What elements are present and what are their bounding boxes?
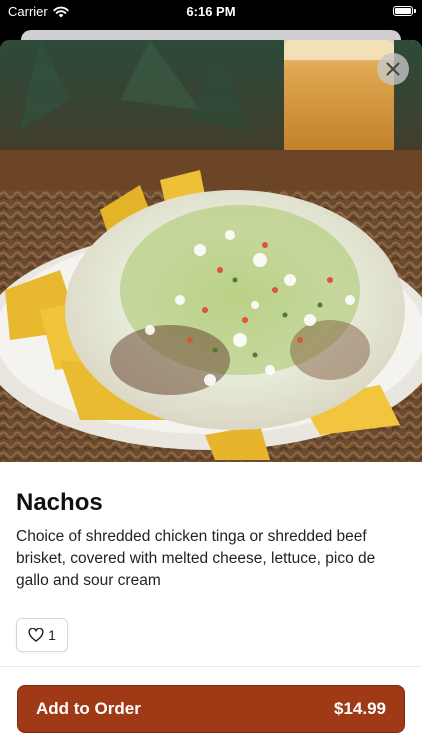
- app-screen: Carrier 6:16 PM Nachos Choice of shredde…: [0, 0, 422, 750]
- footer-divider: [0, 666, 422, 667]
- add-to-order-button[interactable]: Add to Order $14.99: [17, 685, 405, 733]
- item-description: Choice of shredded chicken tinga or shre…: [16, 528, 376, 589]
- item-photo: [0, 40, 422, 462]
- close-button[interactable]: [377, 53, 409, 85]
- status-bar: Carrier 6:16 PM: [0, 0, 422, 22]
- battery-icon: [393, 6, 416, 16]
- add-to-order-label: Add to Order: [36, 699, 141, 718]
- like-button[interactable]: 1: [16, 618, 68, 652]
- close-icon: [386, 62, 400, 76]
- item-detail-sheet: Nachos Choice of shredded chicken tinga …: [0, 40, 422, 750]
- item-price: $14.99: [334, 699, 386, 718]
- heart-icon: [28, 628, 44, 642]
- status-time: 6:16 PM: [186, 4, 236, 19]
- nachos-photo-icon: [0, 40, 422, 462]
- item-details: Nachos Choice of shredded chicken tinga …: [0, 488, 422, 652]
- like-count: 1: [48, 627, 56, 643]
- item-title: Nachos: [16, 489, 103, 516]
